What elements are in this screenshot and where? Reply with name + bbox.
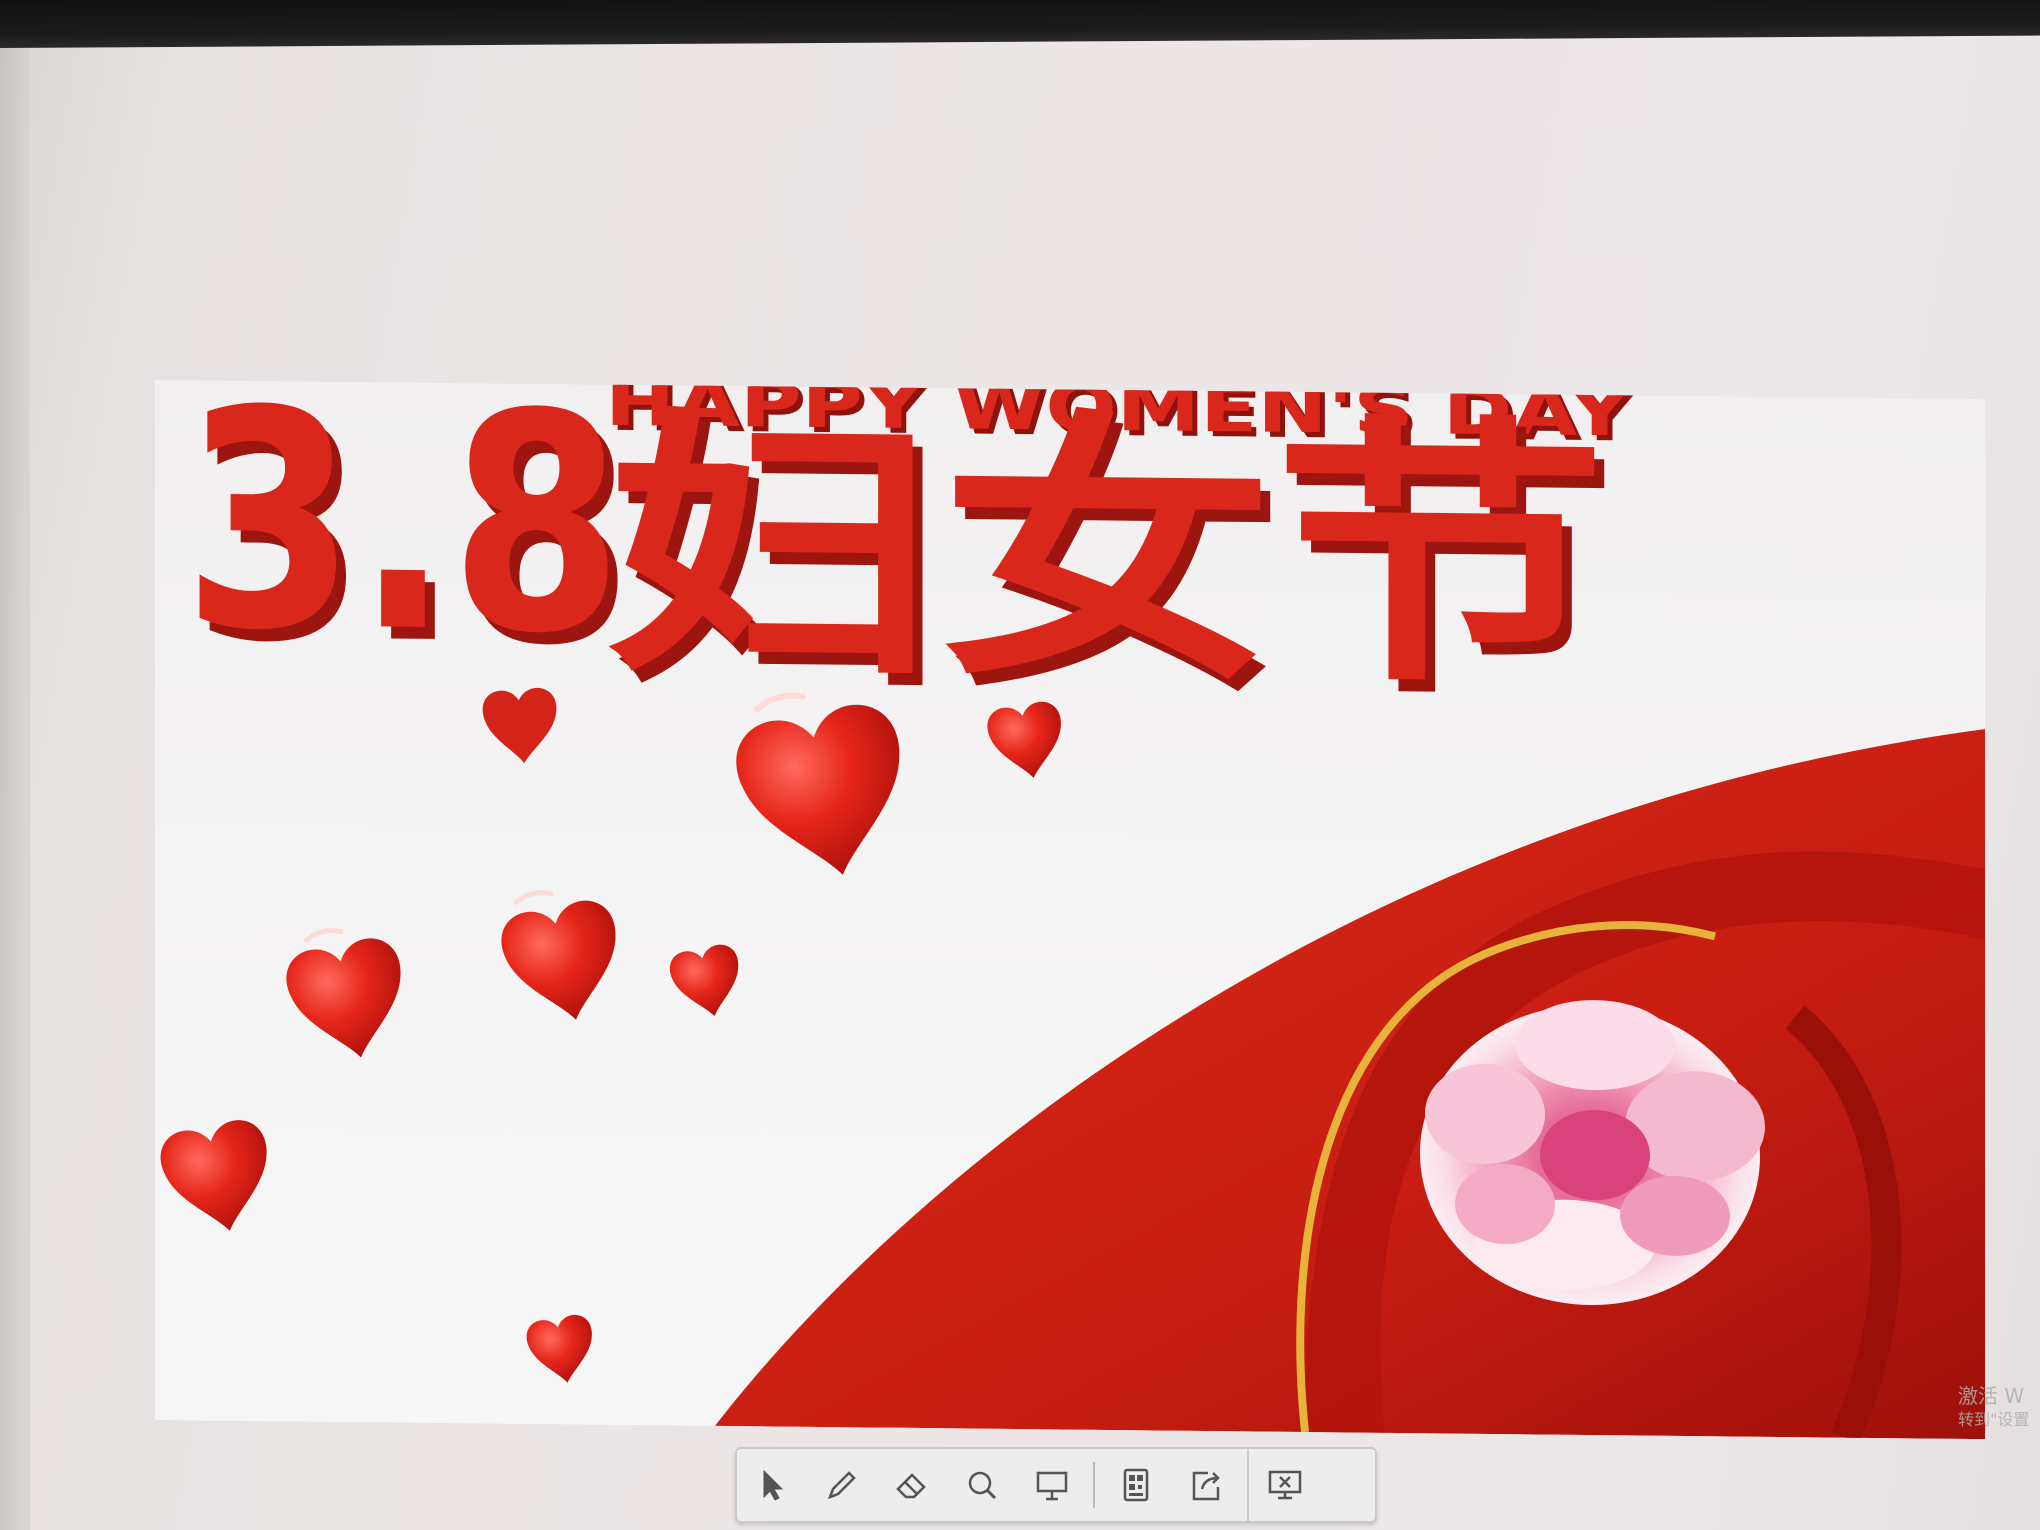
headline: 3.8 3.8 HAPPY WOMEN'S DAY HAPPY WOMEN'S … (183, 380, 1637, 734)
exit-presentation-icon (1268, 1470, 1302, 1500)
presentation-toolbar (735, 1447, 1377, 1523)
screen-tool-button[interactable] (1017, 1449, 1087, 1521)
presentation-slide: 3.8 3.8 HAPPY WOMEN'S DAY HAPPY WOMEN'S … (155, 380, 1985, 1440)
pen-icon (827, 1471, 856, 1500)
heart (526, 1314, 592, 1383)
chinese-title: 妇女节 (607, 386, 1607, 722)
eraser-icon (896, 1473, 926, 1499)
exit-presentation-button[interactable] (1247, 1449, 1321, 1521)
arrow-pointer-icon (763, 1469, 784, 1501)
screen: 3.8 3.8 HAPPY WOMEN'S DAY HAPPY WOMEN'S … (0, 0, 2040, 1530)
toolbar-divider (1093, 1462, 1095, 1508)
eraser-tool-button[interactable] (877, 1449, 947, 1521)
qrcode-icon (1123, 1468, 1149, 1502)
pen-tool-button[interactable] (807, 1449, 877, 1521)
magnifier-tool-button[interactable] (947, 1449, 1017, 1521)
heart (160, 1120, 267, 1231)
heart (501, 900, 616, 1020)
share-icon (1192, 1471, 1220, 1501)
screen-icon (1036, 1471, 1068, 1501)
heart (286, 938, 401, 1058)
watermark-line1: 激活 W (1958, 1384, 2025, 1408)
left-edge (0, 0, 30, 1530)
number-title: 3.8 (183, 380, 623, 700)
qrcode-tool-button[interactable] (1101, 1449, 1171, 1521)
heart (670, 944, 739, 1017)
red-ribbon (715, 729, 1985, 1440)
share-tool-button[interactable] (1171, 1449, 1241, 1521)
magnifier-icon (968, 1471, 997, 1500)
watermark-line2: 转到"设置 (1958, 1410, 2030, 1429)
activation-watermark: 激活 W 转到"设置 (1958, 1384, 2029, 1432)
pointer-tool-button[interactable] (737, 1449, 807, 1521)
monitor-bezel (0, 0, 2040, 49)
